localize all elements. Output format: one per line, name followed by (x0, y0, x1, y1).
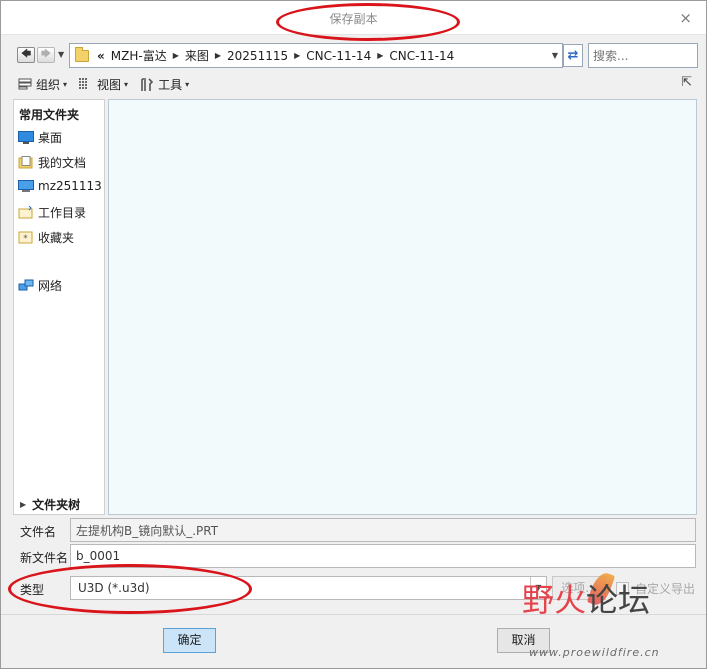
sidebar-item-documents[interactable]: 我的文档 (18, 154, 86, 171)
custom-export-label: 自定义导出 (635, 582, 696, 596)
dialog-title: 保存副本 (329, 12, 378, 26)
favorites-icon: * (18, 231, 34, 244)
tools-menu-button[interactable]: 工具 ▾ (140, 76, 189, 93)
sidebar-item-computer[interactable]: mz251113 (18, 179, 102, 193)
custom-export-checkbox[interactable] (616, 582, 629, 595)
sidebar-item-label: 收藏夹 (38, 231, 75, 245)
folder-tree-label: 文件夹树 (32, 498, 81, 512)
address-bar[interactable]: « MZH-富达 ▶ 来图 ▶ 20251115 ▶ CNC-11-14 ▶ C… (69, 43, 563, 68)
address-overflow-icon[interactable]: « (97, 49, 105, 63)
back-arrow-icon[interactable]: 🡄 (17, 47, 35, 63)
svg-text:*: * (23, 234, 28, 244)
documents-icon (18, 156, 34, 169)
close-icon[interactable]: × (679, 9, 692, 27)
toolbar: 组织 ▾ 视图 ▾ 工具 ▾ ⇱ (1, 71, 706, 97)
sidebar-item-label: 网络 (38, 279, 63, 293)
organize-menu-button[interactable]: 组织 ▾ (18, 76, 67, 93)
new-filename-field[interactable] (70, 544, 696, 568)
favorites-header: 常用文件夹 (19, 108, 80, 122)
tools-icon (140, 78, 154, 91)
folder-icon (75, 46, 89, 62)
filename-label: 文件名 (20, 525, 57, 539)
new-filename-label: 新文件名 (20, 551, 69, 565)
desktop-icon (18, 131, 34, 144)
search-input[interactable] (588, 43, 698, 68)
file-type-select[interactable]: U3D (*.u3d) ▼ (70, 576, 547, 600)
sidebar-item-label: mz251113 (38, 179, 102, 193)
chevron-down-icon[interactable]: ▼ (530, 577, 546, 599)
forward-arrow-icon[interactable]: 🡆 (37, 47, 55, 63)
breadcrumb-separator-icon[interactable]: ▶ (173, 51, 179, 60)
navigation-row: 🡄 🡆 ▼ « MZH-富达 ▶ 来图 ▶ 20251115 ▶ CNC-11-… (1, 41, 706, 69)
sidebar-item-network[interactable]: 网络 (18, 277, 62, 294)
sidebar-item-desktop[interactable]: 桌面 (18, 129, 62, 146)
new-filename-row: 新文件名 (1, 544, 706, 568)
chevron-down-icon: ▾ (185, 79, 190, 89)
view-label: 视图 (97, 77, 122, 92)
breadcrumb-item[interactable]: 来图 (185, 47, 209, 64)
sidebar-item-working-directory[interactable]: 工作目录 (18, 204, 86, 221)
breadcrumb-item[interactable]: 20251115 (227, 49, 288, 63)
history-dropdown-icon[interactable]: ▼ (58, 50, 64, 59)
breadcrumb-separator-icon[interactable]: ▶ (377, 51, 383, 60)
breadcrumb-separator-icon[interactable]: ▶ (294, 51, 300, 60)
view-icon (79, 78, 93, 90)
help-cursor-icon[interactable]: ⇱ (681, 75, 692, 90)
type-label: 类型 (20, 583, 45, 597)
computer-icon (18, 179, 34, 193)
file-list-area[interactable] (108, 99, 697, 515)
folder-tree-toggle[interactable]: ▶ 文件夹树 (20, 496, 80, 513)
sidebar-item-label: 桌面 (38, 131, 63, 145)
refresh-icon[interactable]: ⇄ (563, 44, 583, 67)
chevron-down-icon: ▾ (124, 79, 129, 89)
title-bar: 保存副本 × (1, 1, 706, 35)
ok-button[interactable]: 确定 (163, 628, 216, 653)
sidebar-item-favorites[interactable]: * 收藏夹 (18, 229, 74, 246)
sidebar: 常用文件夹 桌面 我的文档 mz251113 工作目录 * 收藏夹 网络 ▶ 文… (13, 99, 105, 515)
footer-divider (1, 614, 706, 615)
breadcrumb-separator-icon[interactable]: ▶ (215, 51, 221, 60)
chevron-down-icon: ▾ (63, 79, 68, 89)
options-button[interactable]: 选项... (552, 576, 606, 600)
breadcrumb: « MZH-富达 ▶ 来图 ▶ 20251115 ▶ CNC-11-14 ▶ C… (97, 47, 454, 64)
working-directory-icon (18, 205, 34, 219)
type-row: 类型 U3D (*.u3d) ▼ 选项... 自定义导出 (1, 576, 706, 600)
address-dropdown-icon[interactable]: ▼ (552, 51, 558, 60)
file-type-value: U3D (*.u3d) (78, 581, 150, 595)
organize-label: 组织 (36, 77, 61, 92)
breadcrumb-item[interactable]: CNC-11-14 (306, 49, 371, 63)
sidebar-item-label: 我的文档 (38, 156, 87, 170)
network-icon (18, 279, 34, 292)
cancel-button[interactable]: 取消 (497, 628, 550, 653)
chevron-right-icon: ▶ (20, 500, 27, 509)
breadcrumb-item[interactable]: CNC-11-14 (389, 49, 454, 63)
view-menu-button[interactable]: 视图 ▾ (79, 76, 128, 93)
custom-export-checkbox-wrap[interactable]: 自定义导出 (616, 580, 695, 597)
save-copy-dialog: 保存副本 × 🡄 🡆 ▼ « MZH-富达 ▶ 来图 ▶ 20251115 ▶ … (0, 0, 707, 669)
sidebar-item-label: 工作目录 (38, 206, 87, 220)
filename-field[interactable] (70, 518, 696, 542)
tools-label: 工具 (158, 77, 183, 92)
organize-icon (18, 78, 32, 90)
breadcrumb-item[interactable]: MZH-富达 (111, 47, 167, 64)
filename-row: 文件名 (1, 518, 706, 542)
